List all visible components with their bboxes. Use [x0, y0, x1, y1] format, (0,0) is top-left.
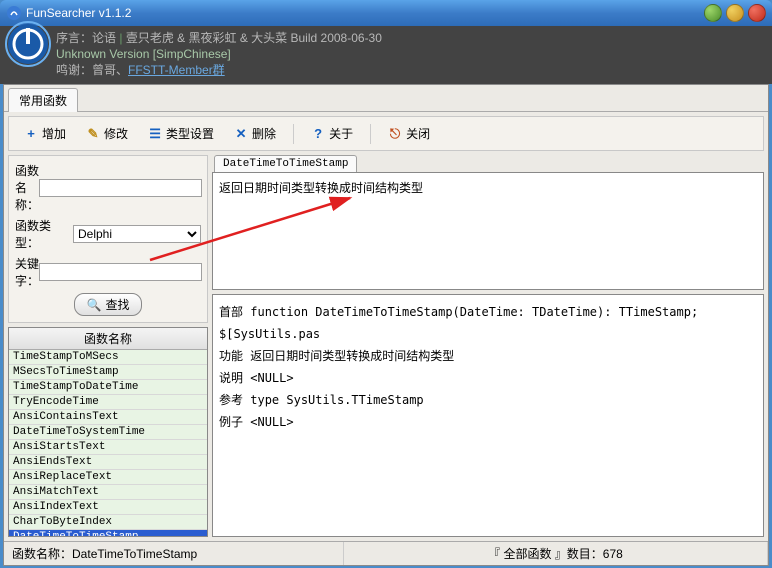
- header-line1b: 壹只老虎 & 黑夜彩虹 & 大头菜 Build 2008-06-30: [126, 31, 382, 45]
- left-panel: 函数名称： 函数类型： Delphi 关键字： 🔍 查找: [8, 155, 208, 537]
- help-icon: ?: [311, 127, 325, 141]
- exit-icon: ⎋: [388, 127, 402, 141]
- separator: [293, 124, 294, 144]
- list-item[interactable]: AnsiContainsText: [9, 410, 207, 425]
- separator: [370, 124, 371, 144]
- search-box: 函数名称： 函数类型： Delphi 关键字： 🔍 查找: [8, 155, 208, 323]
- plus-icon: +: [24, 127, 38, 141]
- search-button-label: 查找: [105, 296, 129, 313]
- logo-icon: [4, 20, 52, 68]
- delete-label: 删除: [252, 125, 276, 142]
- example-value: <NULL>: [250, 415, 293, 429]
- list-item[interactable]: TimeStampToMSecs: [9, 350, 207, 365]
- type-settings-button[interactable]: ☰ 类型设置: [139, 121, 223, 146]
- edit-button[interactable]: ✎ 修改: [77, 121, 137, 146]
- right-panel: DateTimeToTimeStamp 返回日期时间类型转换成时间结构类型 首部…: [212, 155, 764, 537]
- function-list[interactable]: 函数名称 TimeStampToMSecsMSecsToTimeStampTim…: [8, 327, 208, 537]
- head-value: function DateTimeToTimeStamp(DateTime: T…: [219, 305, 698, 341]
- list-item[interactable]: AnsiMatchText: [9, 485, 207, 500]
- list-item[interactable]: AnsiIndexText: [9, 500, 207, 515]
- header-thanks: 鸣谢：曾哥、: [56, 63, 128, 77]
- header-strip: 序言：论语 | 壹只老虎 & 黑夜彩虹 & 大头菜 Build 2008-06-…: [0, 26, 772, 84]
- list-item[interactable]: CharToByteIndex: [9, 515, 207, 530]
- minimize-button[interactable]: [704, 4, 722, 22]
- detail-box[interactable]: 首部 function DateTimeToTimeStamp(DateTime…: [212, 294, 764, 537]
- header-group-link[interactable]: FFSTT-Member群: [128, 63, 225, 77]
- delete-button[interactable]: ✕ 删除: [225, 121, 285, 146]
- status-name-value: DateTimeToTimeStamp: [72, 547, 197, 561]
- keyword-label: 关键字：: [15, 255, 39, 289]
- app-icon: [6, 5, 22, 21]
- titlebar: FunSearcher v1.1.2: [0, 0, 772, 26]
- description-text: 返回日期时间类型转换成时间结构类型: [219, 181, 423, 195]
- head-label: 首部: [219, 305, 243, 319]
- list-item[interactable]: DateTimeToSystemTime: [9, 425, 207, 440]
- search-button[interactable]: 🔍 查找: [74, 293, 143, 316]
- description-box[interactable]: 返回日期时间类型转换成时间结构类型: [212, 172, 764, 290]
- status-count: 『 全部函数 』数目：678: [344, 542, 768, 565]
- x-icon: ✕: [234, 127, 248, 141]
- add-label: 增加: [42, 125, 66, 142]
- add-button[interactable]: + 增加: [15, 121, 75, 146]
- client-area: 常用函数 + 增加 ✎ 修改 ☰ 类型设置 ✕ 删除 ? 关于 ⎋ 关闭 函数名称： 函数类…: [3, 84, 769, 566]
- list-header: 函数名称: [9, 328, 207, 350]
- list-item[interactable]: DateTimeToTimeStamp: [9, 530, 207, 537]
- statusbar: 函数名称：DateTimeToTimeStamp 『 全部函数 』数目：678: [4, 541, 768, 565]
- edit-label: 修改: [104, 125, 128, 142]
- list-item[interactable]: AnsiEndsText: [9, 455, 207, 470]
- func-value: 返回日期时间类型转换成时间结构类型: [250, 349, 454, 363]
- window-title: FunSearcher v1.1.2: [26, 6, 704, 20]
- list-item[interactable]: MSecsToTimeStamp: [9, 365, 207, 380]
- main-tab-strip: 常用函数: [4, 85, 768, 112]
- about-label: 关于: [329, 125, 353, 142]
- func-label: 功能: [219, 349, 243, 363]
- name-input[interactable]: [39, 179, 202, 197]
- list-icon: ☰: [148, 127, 162, 141]
- status-name-label: 函数名称：: [12, 547, 72, 561]
- type-select[interactable]: Delphi: [73, 225, 201, 243]
- ref-value: type SysUtils.TTimeStamp: [250, 393, 423, 407]
- pencil-icon: ✎: [86, 127, 100, 141]
- close-button[interactable]: ⎋ 关闭: [379, 121, 439, 146]
- header-line2: Unknown Version [SimpChinese]: [56, 46, 764, 62]
- desc-value: <NULL>: [250, 371, 293, 385]
- about-button[interactable]: ? 关于: [302, 121, 362, 146]
- toolbar: + 增加 ✎ 修改 ☰ 类型设置 ✕ 删除 ? 关于 ⎋ 关闭: [8, 116, 764, 151]
- name-label: 函数名称：: [15, 162, 39, 213]
- list-item[interactable]: TryEncodeTime: [9, 395, 207, 410]
- close-label: 关闭: [406, 125, 430, 142]
- example-label: 例子: [219, 415, 243, 429]
- types-label: 类型设置: [166, 125, 214, 142]
- header-line1a: 序言：论语: [56, 31, 116, 45]
- function-tab[interactable]: DateTimeToTimeStamp: [214, 155, 357, 172]
- magnifier-icon: 🔍: [87, 298, 102, 312]
- list-item[interactable]: TimeStampToDateTime: [9, 380, 207, 395]
- desc-label: 说明: [219, 371, 243, 385]
- keyword-input[interactable]: [39, 263, 202, 281]
- list-item[interactable]: AnsiReplaceText: [9, 470, 207, 485]
- ref-label: 参考: [219, 393, 243, 407]
- tab-common-functions[interactable]: 常用函数: [8, 88, 78, 112]
- maximize-button[interactable]: [726, 4, 744, 22]
- list-item[interactable]: AnsiStartsText: [9, 440, 207, 455]
- type-label: 函数类型：: [15, 217, 73, 251]
- close-window-button[interactable]: [748, 4, 766, 22]
